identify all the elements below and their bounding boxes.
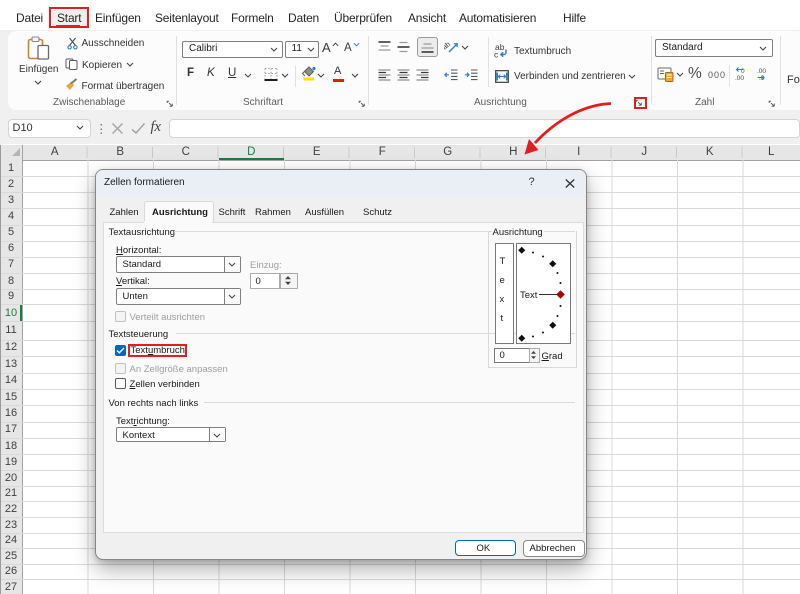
svg-text:Text: Text	[520, 290, 538, 301]
svg-text:.00: .00	[757, 68, 766, 75]
svg-text:.00: .00	[735, 75, 744, 81]
